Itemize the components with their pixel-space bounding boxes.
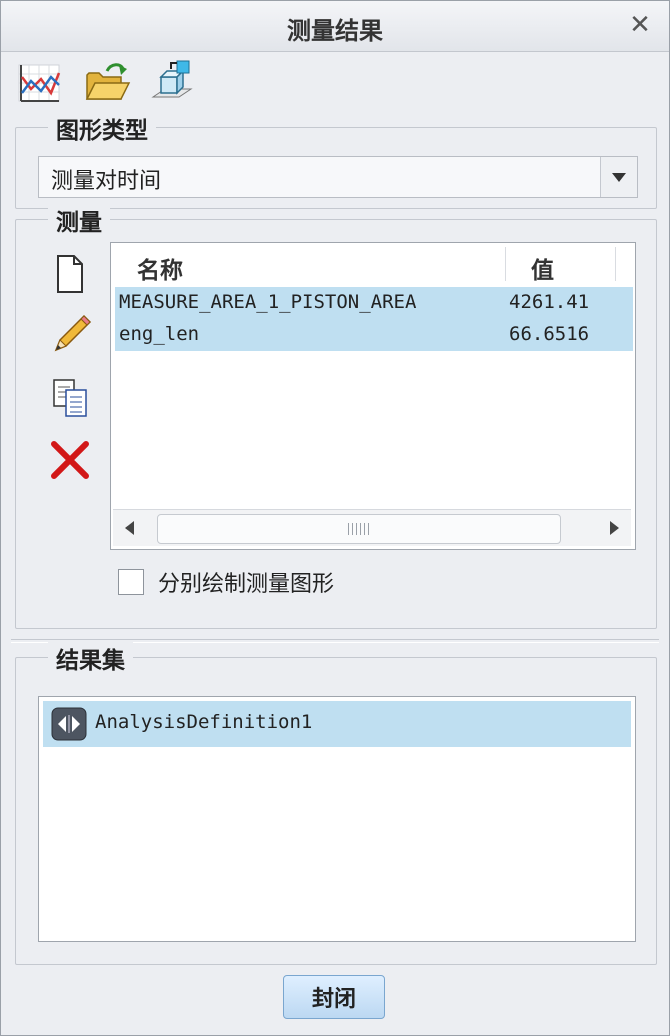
result-sets-group: 结果集 AnalysisDefinition1 bbox=[15, 641, 657, 965]
table-row[interactable]: MEASURE_AREA_1_PISTON_AREA 4261.41 bbox=[115, 287, 633, 319]
pencil-icon bbox=[54, 314, 92, 352]
delete-icon bbox=[51, 441, 89, 479]
result-sets-label: 结果集 bbox=[48, 641, 133, 675]
column-divider[interactable] bbox=[615, 247, 616, 281]
separate-plot-label[interactable]: 分别绘制测量图形 bbox=[158, 566, 334, 598]
column-divider[interactable] bbox=[505, 247, 506, 281]
open-folder-icon[interactable] bbox=[83, 59, 131, 107]
measure-label: 测量 bbox=[48, 203, 110, 237]
measure-list-header: 名称 值 bbox=[111, 243, 635, 285]
measure-results-dialog: 测量结果 ✕ 图形类型 测量对时间 测量 名称 值 MEASURE_AREA_1… bbox=[0, 0, 670, 1036]
scroll-left-icon[interactable] bbox=[113, 510, 149, 546]
graph-type-label: 图形类型 bbox=[48, 111, 156, 145]
graph-type-group: 图形类型 测量对时间 bbox=[15, 111, 657, 209]
close-icon[interactable]: ✕ bbox=[625, 9, 655, 41]
separate-plot-checkbox[interactable] bbox=[118, 569, 144, 595]
horizontal-scrollbar[interactable] bbox=[113, 509, 631, 546]
chevron-down-icon[interactable] bbox=[600, 157, 637, 197]
measure-group: 测量 名称 值 MEASURE_AREA_1_PISTON_AREA 4261.… bbox=[15, 203, 657, 629]
graph-type-select[interactable]: 测量对时间 bbox=[38, 156, 638, 198]
edit-measure-button[interactable] bbox=[46, 312, 94, 360]
result-set-name: AnalysisDefinition1 bbox=[95, 711, 313, 733]
dialog-title: 测量结果 bbox=[287, 17, 383, 45]
measure-value: 4261.41 bbox=[509, 291, 590, 313]
graph-icon[interactable] bbox=[15, 59, 63, 107]
measure-value: 66.6516 bbox=[509, 323, 590, 345]
measure-name: MEASURE_AREA_1_PISTON_AREA bbox=[119, 291, 417, 313]
list-item[interactable]: AnalysisDefinition1 bbox=[43, 701, 631, 747]
table-row[interactable]: eng_len 66.6516 bbox=[115, 319, 633, 351]
graph-type-value: 测量对时间 bbox=[51, 169, 162, 194]
close-button[interactable]: 封闭 bbox=[283, 975, 385, 1019]
column-header-name[interactable]: 名称 bbox=[137, 251, 183, 285]
delete-measure-button[interactable] bbox=[46, 436, 94, 484]
analysis-definition-icon bbox=[51, 707, 87, 741]
copy-measure-button[interactable] bbox=[46, 374, 94, 422]
scroll-right-icon[interactable] bbox=[595, 510, 631, 546]
new-document-icon bbox=[57, 255, 83, 293]
new-measure-button[interactable] bbox=[46, 250, 94, 298]
scrollbar-thumb[interactable] bbox=[157, 514, 561, 544]
export-icon[interactable] bbox=[147, 59, 195, 107]
result-sets-list: AnalysisDefinition1 bbox=[38, 696, 636, 942]
copy-icon bbox=[53, 379, 87, 417]
column-header-value[interactable]: 值 bbox=[531, 251, 554, 285]
grip-icon bbox=[348, 523, 372, 535]
title-bar: 测量结果 ✕ bbox=[1, 1, 669, 52]
measure-list: 名称 值 MEASURE_AREA_1_PISTON_AREA 4261.41 … bbox=[110, 242, 636, 550]
measure-name: eng_len bbox=[119, 323, 200, 345]
